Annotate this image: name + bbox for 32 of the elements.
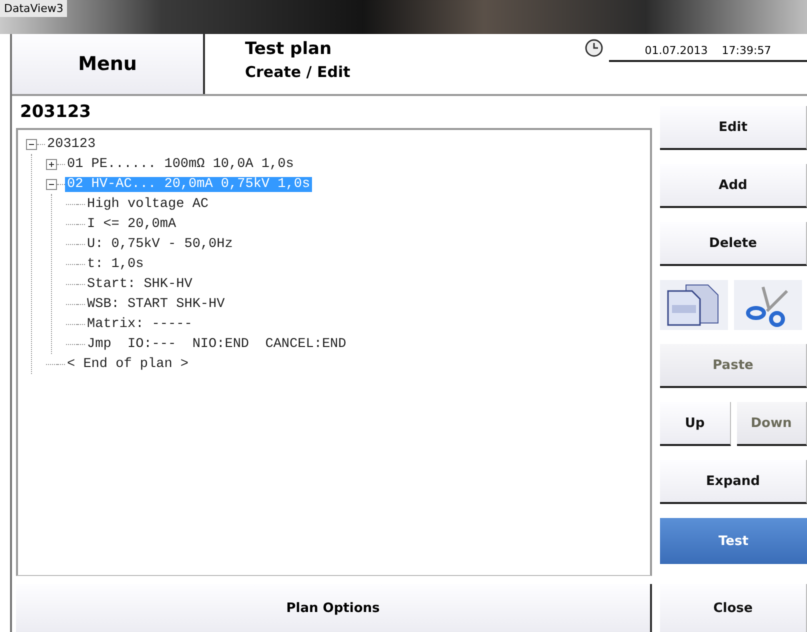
collapse-icon[interactable]	[46, 178, 57, 190]
menu-button[interactable]: Menu	[12, 34, 205, 94]
plan-heading: 203123	[19, 101, 92, 124]
tree-item[interactable]: I <= 20,0mA	[85, 216, 178, 232]
tree-item[interactable]: U: 0,75kV - 50,0Hz	[85, 236, 235, 252]
action-button[interactable]: Add	[660, 164, 807, 208]
tree-item[interactable]: 01 PE...... 100mΩ 10,0A 1,0s	[65, 156, 296, 172]
tree-item[interactable]: Matrix: -----	[85, 316, 194, 332]
clock-icon	[585, 39, 603, 57]
expand-icon[interactable]	[46, 158, 57, 170]
tree-item[interactable]: Jmp IO:--- NIO:END CANCEL:END	[85, 336, 348, 352]
tree-item[interactable]: Start: SHK-HV	[85, 276, 194, 292]
collapse-icon[interactable]	[26, 138, 37, 150]
window-title: DataView3	[0, 0, 68, 17]
cut-button[interactable]	[734, 280, 802, 330]
tree-item[interactable]: t: 1,0s	[85, 256, 146, 272]
action-button[interactable]: Delete	[660, 222, 807, 266]
page-subtitle: Create / Edit	[245, 63, 352, 81]
test-button[interactable]: Test	[660, 518, 807, 564]
date-text: 01.07.2013	[644, 44, 708, 57]
action-button[interactable]: Expand	[660, 460, 807, 504]
tree-item[interactable]: < End of plan >	[65, 356, 191, 372]
time-text: 17:39:57	[722, 44, 772, 57]
page-title: Test plan	[245, 39, 333, 59]
plan-options-button[interactable]: Plan Options	[16, 584, 652, 632]
move-button[interactable]: Up	[660, 402, 730, 446]
tree-item[interactable]: High voltage AC	[85, 196, 211, 212]
tree-item[interactable]: 203123	[45, 136, 98, 152]
action-button[interactable]: Edit	[660, 106, 807, 150]
close-button[interactable]: Close	[660, 584, 807, 632]
tree-item[interactable]: WSB: START SHK-HV	[85, 296, 227, 312]
copy-button[interactable]	[660, 280, 728, 330]
